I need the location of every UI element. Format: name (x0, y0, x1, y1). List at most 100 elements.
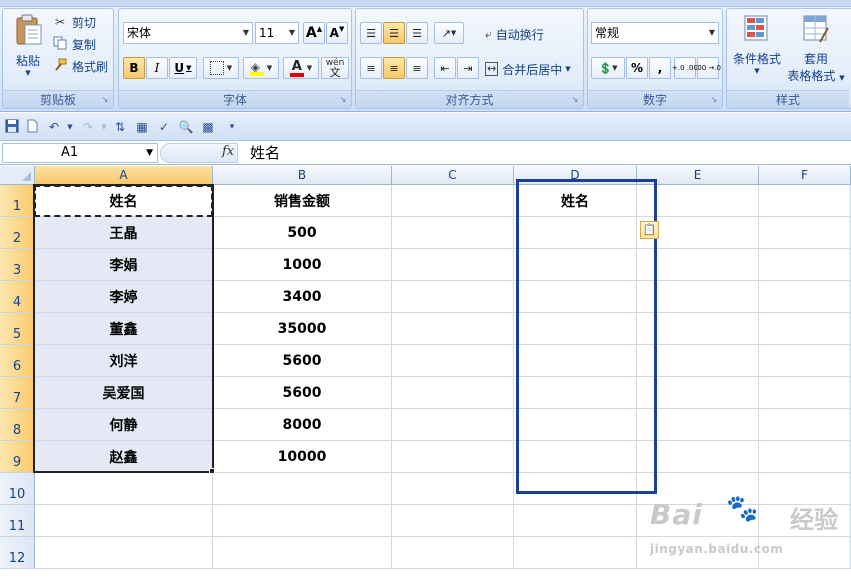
cell-E9[interactable] (637, 441, 759, 473)
decrease-decimal-button[interactable]: .00 →.0 (695, 57, 721, 79)
row-header-12[interactable]: 12 (0, 537, 35, 569)
name-box[interactable]: A1 ▼ (2, 143, 158, 163)
phonetic-button[interactable]: wén 文 (321, 57, 349, 79)
chevron-down-icon[interactable]: ▼ (62, 119, 78, 135)
align-top-button[interactable]: ☰ (360, 22, 382, 44)
comma-button[interactable]: , (649, 57, 671, 79)
paste-button[interactable]: 粘贴 ▼ (9, 11, 47, 89)
grow-font-button[interactable]: A ▲ (303, 22, 325, 44)
cell-A11[interactable] (35, 505, 213, 537)
redo-icon[interactable]: ↷ (80, 119, 96, 135)
borders-button[interactable]: ▼ (203, 57, 239, 79)
cell-A8[interactable]: 何静 (35, 409, 213, 441)
italic-button[interactable]: I (146, 57, 168, 79)
font-size-select[interactable]: 11 ▼ (255, 22, 299, 44)
chevron-down-icon[interactable]: ▼ (96, 119, 112, 135)
row-header-3[interactable]: 3 (0, 249, 35, 281)
save-icon[interactable] (4, 119, 20, 135)
column-header-A[interactable]: A (35, 166, 213, 185)
cell-C10[interactable] (392, 473, 514, 505)
formula-input[interactable]: 姓名 (250, 142, 280, 163)
paste-options-icon[interactable]: 📋 (640, 221, 659, 239)
cell-A7[interactable]: 吴爱国 (35, 377, 213, 409)
cell-B11[interactable] (213, 505, 392, 537)
row-header-7[interactable]: 7 (0, 377, 35, 409)
increase-decimal-button[interactable]: +.0 .00 (672, 57, 698, 79)
cell-F4[interactable] (759, 281, 851, 313)
shrink-font-button[interactable]: A ▼ (326, 22, 348, 44)
column-header-D[interactable]: D (514, 166, 637, 185)
cell-D4[interactable] (514, 281, 637, 313)
cell-D12[interactable] (514, 537, 637, 569)
cut-button[interactable]: ✂ 剪切 (51, 13, 97, 31)
row-header-5[interactable]: 5 (0, 313, 35, 345)
cell-F7[interactable] (759, 377, 851, 409)
cell-A5[interactable]: 董鑫 (35, 313, 213, 345)
row-header-9[interactable]: 9 (0, 441, 35, 473)
cell-A10[interactable] (35, 473, 213, 505)
fill-color-button[interactable]: ◈ ▼ (243, 57, 279, 79)
dialog-launcher-icon[interactable]: ↘ (100, 95, 110, 105)
column-header-B[interactable]: B (213, 166, 392, 185)
row-header-11[interactable]: 11 (0, 505, 35, 537)
cell-B4[interactable]: 3400 (213, 281, 392, 313)
cell-C5[interactable] (392, 313, 514, 345)
merge-center-button[interactable]: ↔ 合并后居中 ▼ (484, 59, 572, 79)
cell-F2[interactable] (759, 217, 851, 249)
cell-F6[interactable] (759, 345, 851, 377)
cell-D11[interactable] (514, 505, 637, 537)
cell-A1[interactable]: 姓名 (35, 185, 213, 217)
cell-D5[interactable] (514, 313, 637, 345)
column-header-C[interactable]: C (392, 166, 514, 185)
cell-B1[interactable]: 销售金额 (213, 185, 392, 217)
row-header-1[interactable]: 1 (0, 185, 35, 217)
insert-function-button[interactable]: fx (222, 144, 234, 159)
cell-F5[interactable] (759, 313, 851, 345)
customize-toolbar-icon[interactable]: ▾ (224, 119, 240, 135)
font-name-select[interactable]: 宋体 ▼ (123, 22, 253, 44)
cell-F1[interactable] (759, 185, 851, 217)
row-header-6[interactable]: 6 (0, 345, 35, 377)
underline-button[interactable]: U ▼ (169, 57, 197, 79)
cell-B6[interactable]: 5600 (213, 345, 392, 377)
cell-E4[interactable] (637, 281, 759, 313)
cell-B3[interactable]: 1000 (213, 249, 392, 281)
select-all-button[interactable] (0, 166, 35, 185)
cell-A4[interactable]: 李婷 (35, 281, 213, 313)
cell-B12[interactable] (213, 537, 392, 569)
cell-C3[interactable] (392, 249, 514, 281)
cell-D6[interactable] (514, 345, 637, 377)
row-header-8[interactable]: 8 (0, 409, 35, 441)
undo-icon[interactable]: ↶ (46, 119, 62, 135)
cell-E7[interactable] (637, 377, 759, 409)
cell-C2[interactable] (392, 217, 514, 249)
print-preview-icon[interactable]: 🔍 (178, 119, 194, 135)
cell-E1[interactable] (637, 185, 759, 217)
cell-D8[interactable] (514, 409, 637, 441)
cell-C1[interactable] (392, 185, 514, 217)
dialog-launcher-icon[interactable]: ↘ (709, 95, 719, 105)
cell-C12[interactable] (392, 537, 514, 569)
row-header-10[interactable]: 10 (0, 473, 35, 505)
dialog-launcher-icon[interactable]: ↘ (570, 95, 580, 105)
calculator-icon[interactable]: ▦ (134, 119, 150, 135)
cell-D3[interactable] (514, 249, 637, 281)
cell-F3[interactable] (759, 249, 851, 281)
cell-E5[interactable] (637, 313, 759, 345)
cell-D1[interactable]: 姓名 (514, 185, 637, 217)
copy-button[interactable]: 复制 (51, 35, 97, 53)
cell-C7[interactable] (392, 377, 514, 409)
align-bottom-button[interactable]: ☰ (406, 22, 428, 44)
cell-B10[interactable] (213, 473, 392, 505)
new-file-icon[interactable] (24, 119, 40, 135)
align-right-button[interactable]: ≡ (406, 57, 428, 79)
sort-icon[interactable]: ⇅ (112, 119, 128, 135)
column-header-E[interactable]: E (637, 166, 759, 185)
cell-C4[interactable] (392, 281, 514, 313)
currency-button[interactable]: 💲 ▼ (591, 57, 625, 79)
orientation-button[interactable]: ↗ ▼ (434, 22, 464, 44)
cell-E8[interactable] (637, 409, 759, 441)
cell-A6[interactable]: 刘洋 (35, 345, 213, 377)
font-color-button[interactable]: A ▼ (283, 57, 319, 79)
row-header-4[interactable]: 4 (0, 281, 35, 313)
